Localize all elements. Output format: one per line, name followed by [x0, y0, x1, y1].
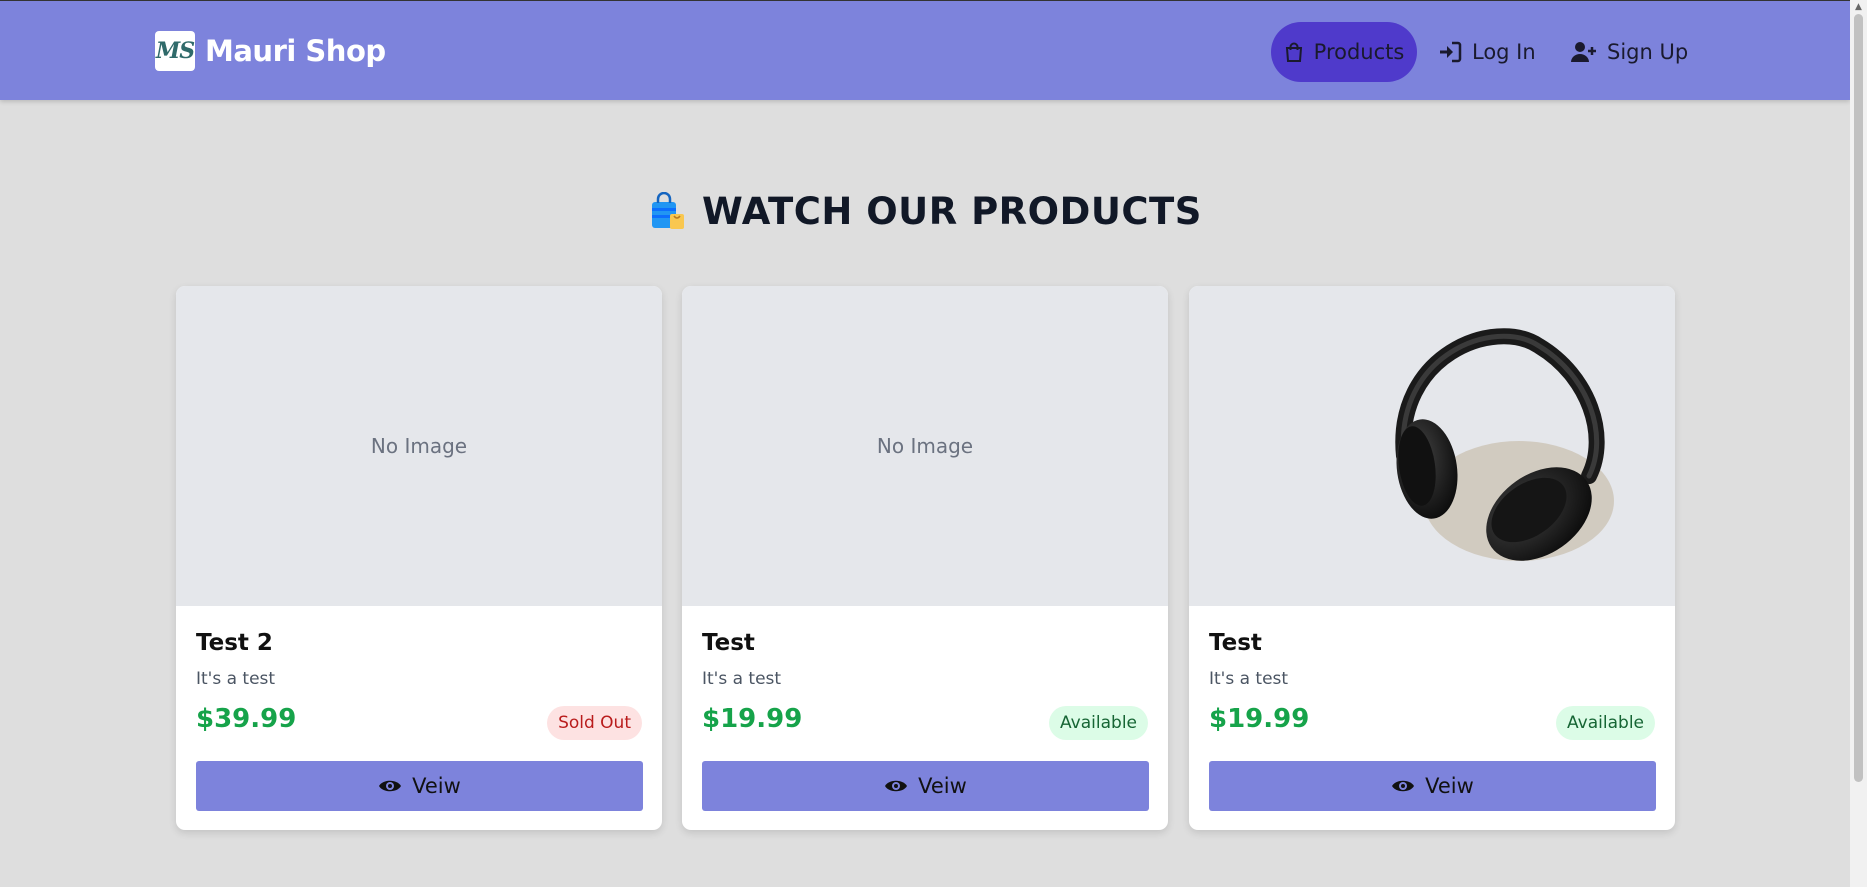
nav-signup-label: Sign Up [1607, 40, 1689, 64]
product-card: Test It's a test $19.99 Available Veiw [1189, 286, 1675, 830]
nav-login-label: Log In [1472, 40, 1536, 64]
headphones-photo [1395, 328, 1614, 561]
status-badge: Available [1556, 706, 1655, 740]
product-name: Test [1209, 630, 1262, 656]
product-price: $19.99 [1209, 704, 1310, 734]
product-image [1189, 286, 1675, 606]
status-badge: Available [1049, 706, 1148, 740]
product-description: It's a test [196, 669, 276, 689]
product-image-placeholder: No Image [682, 286, 1168, 606]
page-title-text: WATCH OUR PRODUCTS [702, 190, 1202, 233]
brand[interactable]: MS Mauri Shop [155, 31, 386, 71]
no-image-label: No Image [876, 434, 974, 458]
navbar: MS Mauri Shop Products Log In Sign Up [0, 0, 1850, 100]
view-button[interactable]: Veiw [702, 761, 1149, 811]
product-description: It's a test [702, 669, 782, 689]
product-name: Test [702, 630, 755, 656]
product-price: $39.99 [196, 704, 297, 734]
view-button-label: Veiw [918, 774, 967, 798]
view-button[interactable]: Veiw [196, 761, 643, 811]
no-image-label: No Image [370, 434, 468, 458]
user-plus-icon [1571, 42, 1596, 62]
product-image-placeholder: No Image [176, 286, 662, 606]
nav-products[interactable]: Products [1271, 22, 1417, 82]
eye-icon [379, 780, 402, 792]
nav-products-label: Products [1313, 40, 1405, 64]
scrollbar-thumb[interactable] [1854, 14, 1863, 782]
page-title: WATCH OUR PRODUCTS [0, 190, 1850, 233]
nav-signup[interactable]: Sign Up [1561, 22, 1698, 82]
product-description: It's a test [1209, 669, 1289, 689]
product-price: $19.99 [702, 704, 803, 734]
product-name: Test 2 [196, 630, 273, 656]
nav-login[interactable]: Log In [1428, 22, 1546, 82]
product-card: No Image Test 2 It's a test $39.99 Sold … [176, 286, 662, 830]
login-icon [1440, 41, 1462, 63]
scroll-up-arrow-icon[interactable]: ▲ [1853, 3, 1864, 12]
shopping-bags-icon [652, 191, 685, 229]
eye-icon [885, 780, 908, 792]
product-card: No Image Test It's a test $19.99 Availab… [682, 286, 1168, 830]
status-badge: Sold Out [547, 706, 642, 740]
vertical-scrollbar[interactable]: ▲ [1850, 0, 1867, 887]
view-button[interactable]: Veiw [1209, 761, 1656, 811]
brand-name: Mauri Shop [205, 34, 386, 68]
brand-logo: MS [155, 31, 195, 71]
eye-icon [1392, 780, 1415, 792]
shopping-bag-icon [1285, 42, 1302, 62]
view-button-label: Veiw [412, 774, 461, 798]
view-button-label: Veiw [1425, 774, 1474, 798]
